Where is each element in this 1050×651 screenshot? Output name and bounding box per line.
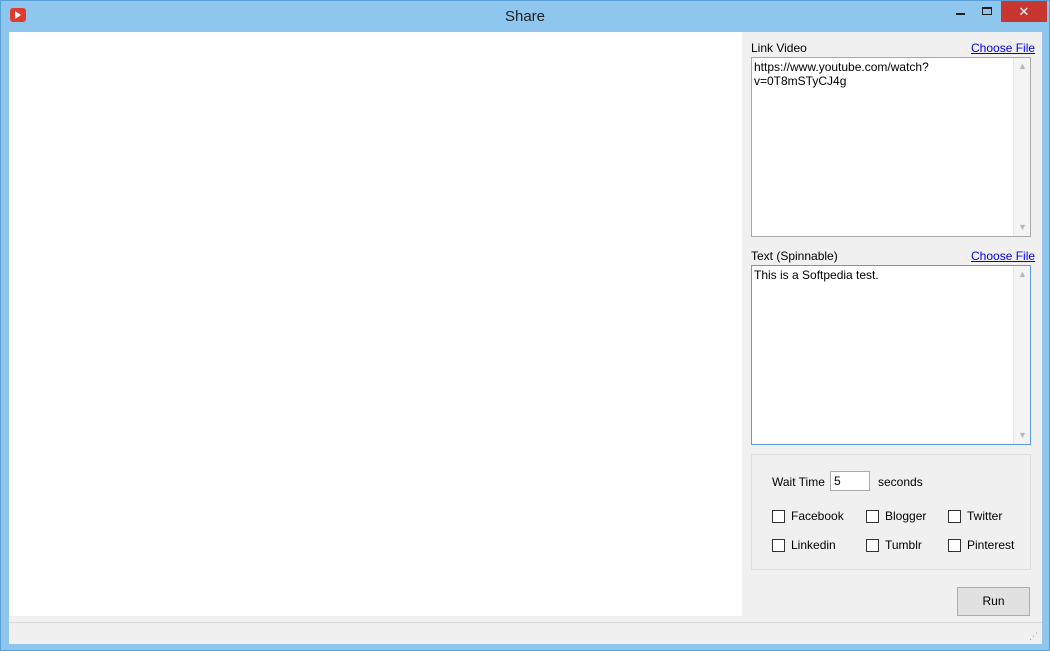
checkbox-tumblr[interactable]: Tumblr <box>866 538 936 554</box>
client-area: Link Video Choose File https://www.youtu… <box>9 32 1042 644</box>
checkbox-facebook[interactable]: Facebook <box>772 509 852 525</box>
scroll-up-icon[interactable]: ▲ <box>1014 266 1031 283</box>
checkbox-label: Facebook <box>791 509 844 523</box>
wait-time-label: Wait Time <box>772 475 825 489</box>
scroll-up-icon[interactable]: ▲ <box>1014 58 1031 75</box>
run-button[interactable]: Run <box>957 587 1030 616</box>
text-spinnable-scrollbar[interactable]: ▲ ▼ <box>1013 266 1030 444</box>
text-spinnable-label: Text (Spinnable) <box>751 249 838 263</box>
link-video-scrollbar[interactable]: ▲ ▼ <box>1013 58 1030 236</box>
resize-grip-icon[interactable]: ⋰ <box>1029 631 1039 641</box>
checkbox-blogger[interactable]: Blogger <box>866 509 936 525</box>
link-video-value: https://www.youtube.com/watch?v=0T8mSTyC… <box>754 60 929 88</box>
status-bar: ⋰ <box>9 622 1042 644</box>
checkbox-box[interactable] <box>948 510 961 523</box>
checkbox-label: Twitter <box>967 509 1003 523</box>
checkbox-label: Tumblr <box>885 538 922 552</box>
text-spinnable-choose-file[interactable]: Choose File <box>971 249 1035 263</box>
checkbox-box[interactable] <box>866 510 879 523</box>
checkbox-box[interactable] <box>772 510 785 523</box>
close-icon: ✕ <box>1018 4 1030 19</box>
minimize-icon <box>956 13 965 15</box>
title-bar[interactable]: Share ✕ <box>1 1 1049 32</box>
share-window: Share ✕ Link Video Choose File https://w… <box>0 0 1050 651</box>
checkbox-twitter[interactable]: Twitter <box>948 509 1018 525</box>
window-title: Share <box>504 8 546 25</box>
checkbox-label: Linkedin <box>791 538 836 552</box>
options-group: Wait Time 5 seconds Facebook Blogger Twi… <box>751 454 1031 570</box>
link-video-choose-file[interactable]: Choose File <box>971 41 1035 55</box>
minimize-button[interactable] <box>948 1 974 22</box>
link-video-label: Link Video <box>751 41 807 55</box>
text-spinnable-value: This is a Softpedia test. <box>754 268 879 282</box>
link-video-textarea[interactable]: https://www.youtube.com/watch?v=0T8mSTyC… <box>751 57 1031 237</box>
wait-time-input[interactable]: 5 <box>830 471 870 491</box>
checkbox-label: Blogger <box>885 509 927 523</box>
scroll-down-icon[interactable]: ▼ <box>1014 427 1031 444</box>
text-spinnable-textarea[interactable]: This is a Softpedia test. ▲ ▼ <box>751 265 1031 445</box>
checkbox-box[interactable] <box>866 539 879 552</box>
scroll-down-icon[interactable]: ▼ <box>1014 219 1031 236</box>
checkbox-pinterest[interactable]: Pinterest <box>948 538 1023 554</box>
wait-time-unit: seconds <box>878 475 923 489</box>
checkbox-label: Pinterest <box>967 538 1015 552</box>
checkbox-linkedin[interactable]: Linkedin <box>772 538 852 554</box>
checkbox-box[interactable] <box>948 539 961 552</box>
preview-panel <box>9 32 742 616</box>
close-button[interactable]: ✕ <box>1001 1 1047 22</box>
maximize-button[interactable] <box>974 1 1000 22</box>
maximize-icon <box>982 7 992 15</box>
checkbox-box[interactable] <box>772 539 785 552</box>
